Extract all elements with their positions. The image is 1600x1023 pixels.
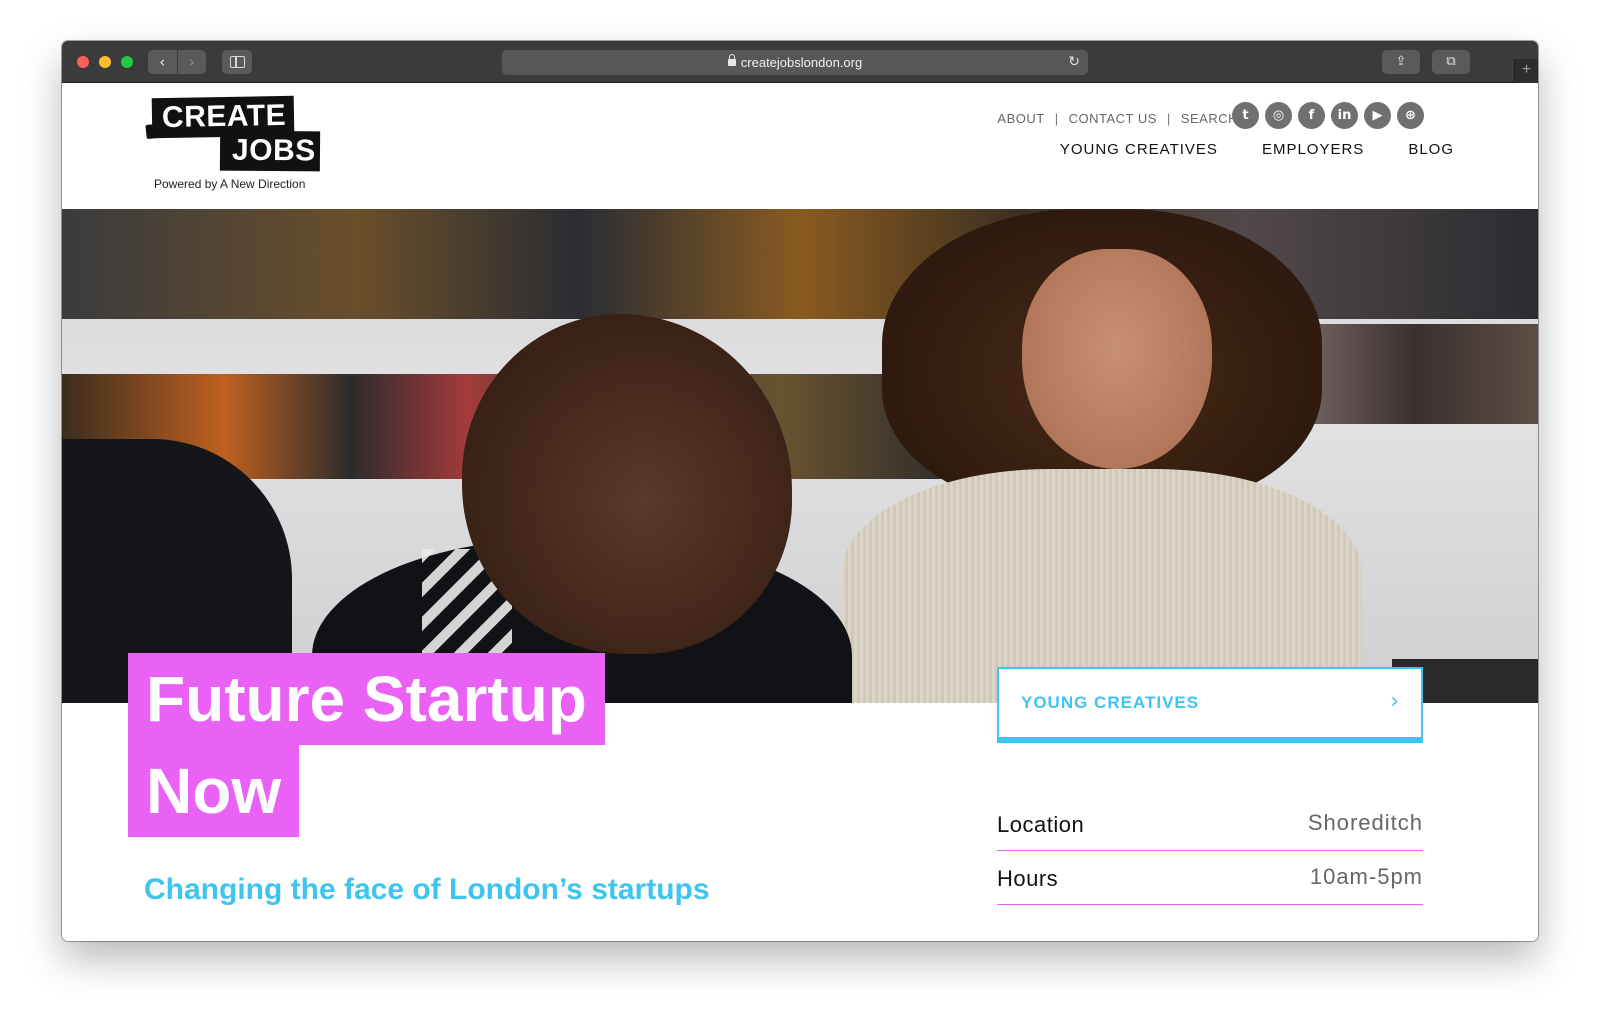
photo-strip — [62, 209, 1538, 319]
lock-icon — [727, 54, 736, 66]
zoom-window-button[interactable] — [121, 56, 133, 68]
history-nav: ‹ › — [148, 50, 206, 74]
hero-image — [62, 209, 1538, 703]
nav-separator: | — [1166, 111, 1171, 126]
share-button[interactable]: ⇪ — [1382, 50, 1420, 74]
browser-window: ‹ › createjobslondon.org ↻ ⇪ ⧉ + CREATE … — [62, 41, 1538, 941]
sidebar-icon — [230, 56, 245, 68]
instagram-icon[interactable]: ◎ — [1265, 102, 1292, 129]
social-links: t ◎ f in ▶ ⊕ — [1232, 102, 1424, 129]
cta-label: YOUNG CREATIVES — [1021, 693, 1200, 712]
info-value: 10am-5pm — [1309, 864, 1423, 889]
show-tabs-button[interactable]: ⧉ — [1432, 50, 1470, 74]
nav-young-creatives[interactable]: YOUNG CREATIVES — [1060, 141, 1218, 158]
about-link[interactable]: ABOUT — [997, 111, 1044, 126]
page-tagline: Changing the face of London’s startups — [144, 873, 710, 906]
info-label: Hours — [997, 866, 1059, 891]
search-link[interactable]: SEARCH — [1181, 111, 1238, 126]
title-line-2: Now — [128, 745, 300, 837]
info-row-location: Location Shoreditch — [997, 797, 1423, 851]
back-button[interactable]: ‹ — [148, 50, 177, 74]
close-window-button[interactable] — [77, 56, 89, 68]
site-logo[interactable]: CREATE JOBS Powered by A New Direction — [145, 93, 326, 203]
nav-blog[interactable]: BLOG — [1408, 141, 1454, 158]
logo-subtitle: Powered by A New Direction — [154, 177, 306, 191]
young-creatives-button[interactable]: YOUNG CREATIVES › — [997, 667, 1423, 743]
youtube-icon[interactable]: ▶ — [1364, 102, 1391, 129]
minimize-window-button[interactable] — [99, 56, 111, 68]
address-bar[interactable]: createjobslondon.org ↻ — [502, 50, 1088, 75]
browser-toolbar: ‹ › createjobslondon.org ↻ ⇪ ⧉ + — [62, 41, 1538, 83]
photo-strip — [1292, 324, 1538, 424]
url-text: createjobslondon.org — [740, 55, 863, 70]
reload-icon[interactable]: ↻ — [1068, 50, 1080, 75]
utility-nav: ABOUT | CONTACT US | SEARCH — [997, 111, 1238, 126]
twitter-icon[interactable]: t — [1232, 102, 1259, 129]
chevron-right-icon: › — [1390, 689, 1399, 714]
nav-separator: | — [1054, 111, 1059, 126]
contact-us-link[interactable]: CONTACT US — [1069, 111, 1157, 126]
facebook-icon[interactable]: f — [1298, 102, 1325, 129]
web-icon[interactable]: ⊕ — [1397, 102, 1424, 129]
person-face — [1022, 249, 1212, 469]
info-value: Shoreditch — [1307, 810, 1423, 835]
logo-word-jobs: JOBS — [219, 130, 321, 172]
title-line-1: Future Startup — [128, 653, 605, 745]
main-nav: YOUNG CREATIVES EMPLOYERS BLOG — [1060, 141, 1454, 158]
linkedin-icon[interactable]: in — [1331, 102, 1358, 129]
page-title: Future Startup Now — [128, 653, 605, 837]
info-row-hours: Hours 10am-5pm — [997, 851, 1423, 905]
sidebar-toggle-button[interactable] — [222, 50, 252, 74]
info-label: Location — [997, 812, 1085, 837]
nav-employers[interactable]: EMPLOYERS — [1262, 141, 1364, 158]
new-tab-button[interactable]: + — [1514, 59, 1538, 83]
forward-button[interactable]: › — [176, 50, 206, 74]
web-page: CREATE JOBS Powered by A New Direction A… — [62, 83, 1538, 941]
